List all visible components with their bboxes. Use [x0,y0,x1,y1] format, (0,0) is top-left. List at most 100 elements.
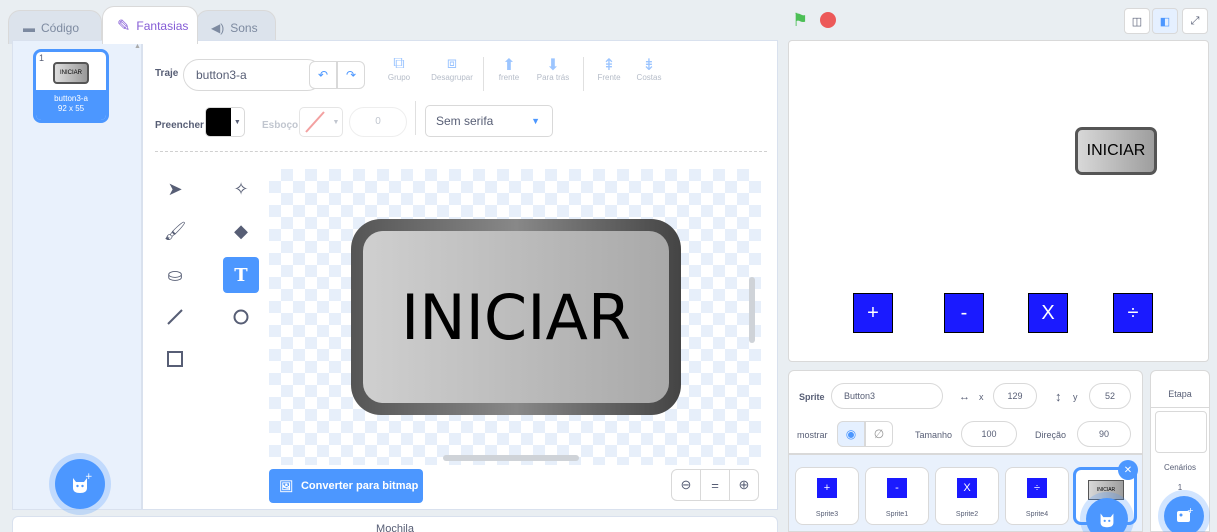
tab-code[interactable]: ▬ Código [8,10,102,44]
sprite-info-panel: Sprite Button3 ↔ x 129 ↕ y 52 mostrar ◉ … [788,370,1143,454]
size-input[interactable]: 100 [961,421,1017,447]
sprite-tile-name: Sprite3 [815,511,839,518]
sprite-name-input[interactable]: Button3 [831,383,943,409]
x-label: x [979,392,984,402]
normal-stage-button[interactable]: ◧ [1152,8,1178,34]
backward-label: Para trás [536,73,570,82]
send-to-back-button[interactable]: ⇟ Costas [629,55,669,82]
divide-sprite[interactable]: ÷ [1113,293,1153,333]
choose-costume-button[interactable]: + [55,459,105,509]
outline-width-input[interactable]: 0 [349,107,407,137]
convert-to-bitmap-button[interactable]: 🖼 Converter para bitmap [269,469,423,503]
costume-artwork[interactable]: INICIAR [351,219,681,415]
forward-label: frente [498,73,520,82]
plus-sprite[interactable]: + [853,293,893,333]
minus-sprite[interactable]: - [944,293,984,333]
sprite-tile-name: Sprite2 [955,511,979,518]
fill-tool[interactable]: ⛀ [157,257,193,293]
toolbar-divider [483,57,484,91]
image-icon: 🖼 [279,480,293,493]
vertical-scrollbar[interactable] [749,277,755,343]
cat-plus-icon [1100,513,1114,528]
zoom-out-button[interactable]: ⊖ [672,470,701,500]
ungroup-button[interactable]: ⧈ Desagrupar [425,55,479,82]
eye-icon: ◉ [845,427,857,441]
tab-sounds[interactable]: ◀) Sons [196,10,276,44]
zoom-in-icon: ⊕ [738,477,750,492]
trash-icon: ✕ [1123,464,1133,476]
zoom-in-button[interactable]: ⊕ [730,470,758,500]
stop-button[interactable] [820,12,836,28]
arrow-up-icon: ⬆ [502,57,516,74]
small-stage-button[interactable]: ◫ [1124,8,1150,34]
stage[interactable]: INICIAR + - X ÷ [788,40,1209,362]
back-icon: ⇟ [642,57,656,74]
rectangle-tool[interactable] [157,341,193,377]
hide-sprite-button[interactable]: ∅ [865,421,893,447]
zoom-reset-button[interactable]: = [701,470,730,500]
fill-color-swatch [206,108,231,136]
chevron-down-icon: ▼ [233,118,241,126]
y-input[interactable]: 52 [1089,383,1131,409]
group-icon: ⧉ [393,55,405,72]
small-stage-icon: ◫ [1131,15,1143,28]
sprite-tile[interactable]: ÷ Sprite4 [1005,467,1069,525]
tab-costumes[interactable]: ✎ Fantasias [102,6,198,44]
costume-item[interactable]: 1 INICIAR button3-a 92 x 55 [33,49,109,123]
outline-color-picker[interactable]: ▼ [299,107,343,137]
cat-plus-icon: + [73,472,92,493]
svg-text:+: + [85,472,92,482]
select-tool[interactable]: ➤ [157,171,193,207]
direction-input[interactable]: 90 [1077,421,1131,447]
green-flag-icon[interactable]: ⚑ [792,10,808,31]
convert-label: Converter para bitmap [300,480,419,492]
toolbar-divider [583,57,584,91]
fullscreen-button[interactable]: ⤢ [1182,8,1208,34]
reshape-tool[interactable]: ✧ [223,171,259,207]
fill-color-picker[interactable]: ▼ [205,107,245,137]
y-label: y [1073,392,1078,402]
undo-button[interactable]: ↶ [309,61,337,89]
backdrop-thumbnail [1155,411,1207,453]
costume-name-label: Traje [155,68,179,79]
backpack-bar[interactable]: Mochila [12,516,778,532]
front-label: Frente [597,73,621,82]
redo-button[interactable]: ↷ [337,61,365,89]
forward-button[interactable]: ⬆ frente [489,55,529,82]
eraser-tool[interactable]: ◆ [223,213,259,249]
font-select[interactable]: Sem serifa ▼ [425,105,553,137]
sprite-tile[interactable]: - Sprite1 [865,467,929,525]
sprite-thumbnail: ÷ [1027,478,1047,498]
fill-label: Preencher [155,120,204,131]
choose-backdrop-button[interactable]: + [1164,496,1204,532]
line-tool[interactable] [157,299,193,335]
x-input[interactable]: 129 [993,383,1037,409]
backward-button[interactable]: ⬇ Para trás [531,55,575,82]
drawing-canvas[interactable]: INICIAR [269,169,761,465]
reshape-icon: ✧ [233,178,249,199]
paint-editor: Traje button3-a ↶ ↷ ⧉ Grupo ⧈ Desagrupar… [142,40,778,510]
sprite-tile[interactable]: X Sprite2 [935,467,999,525]
chevron-down-icon: ▼ [531,116,540,126]
iniciar-sprite[interactable]: INICIAR [1075,127,1157,175]
sprite-thumbnail: X [957,478,977,498]
sprite-tile[interactable]: + Sprite3 [795,467,859,525]
back-label: Costas [636,73,662,82]
costume-number: 1 [39,53,45,63]
brush-tool[interactable]: 🖌 [157,213,193,249]
text-tool[interactable]: T [223,257,259,293]
group-button[interactable]: ⧉ Grupo [379,55,419,82]
multiply-sprite[interactable]: X [1028,293,1068,333]
costume-name-input[interactable]: button3-a [183,59,323,91]
delete-sprite-button[interactable]: ✕ [1118,460,1138,480]
circle-tool[interactable] [223,299,259,335]
scroll-up-icon[interactable]: ▲ [134,43,141,50]
text-icon: T [234,264,248,286]
choose-sprite-button[interactable] [1086,498,1128,532]
horizontal-scrollbar[interactable] [443,455,579,461]
bring-to-front-button[interactable]: ⇞ Frente [589,55,629,82]
ungroup-label: Desagrupar [431,73,473,82]
show-sprite-button[interactable]: ◉ [837,421,865,447]
chevron-down-icon: ▼ [332,118,340,126]
sprite-thumbnail: INICIAR [1088,480,1124,500]
